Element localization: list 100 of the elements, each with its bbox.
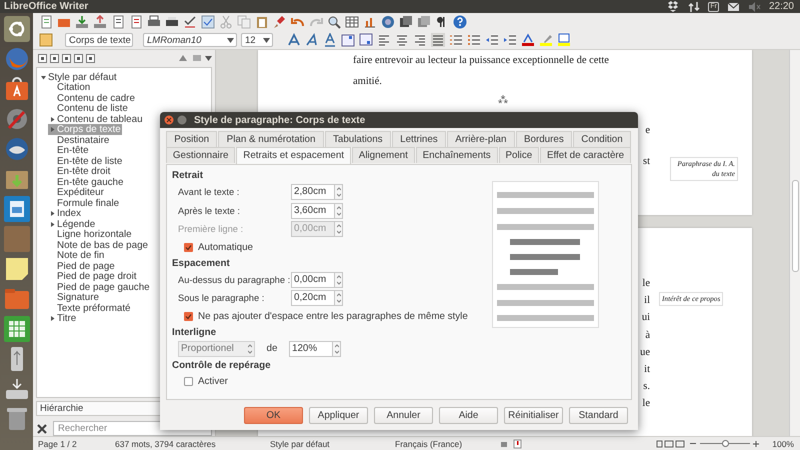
style-list-item[interactable]: Style par défaut [39, 72, 118, 82]
tab[interactable]: Alignement [352, 147, 415, 163]
tab[interactable]: Lettrines [392, 131, 446, 147]
tab[interactable]: Arrière-plan [446, 131, 515, 147]
dialog-button[interactable]: Appliquer [309, 407, 368, 424]
spin-button[interactable] [335, 272, 343, 288]
style-list-item[interactable]: Contenu de cadre [48, 92, 136, 104]
measure-field[interactable]: 3,60cm [291, 202, 335, 219]
letter-a-slant-icon[interactable] [305, 33, 319, 47]
style-list-item[interactable]: Formule finale [48, 198, 120, 208]
font-name-combo[interactable]: LMRoman10 [143, 33, 237, 47]
shopping-bag-icon[interactable] [4, 76, 30, 102]
increase-indent-icon[interactable] [503, 33, 517, 47]
style-list-item[interactable]: En-tête droit [48, 166, 112, 177]
font-size-combo[interactable]: 12 [241, 33, 273, 47]
align-center-icon[interactable] [395, 33, 409, 47]
style-list-item[interactable]: En-tête de liste [48, 156, 124, 166]
page-view-icons[interactable] [656, 438, 686, 448]
spellcheck-icon[interactable] [183, 15, 197, 29]
checkbox[interactable] [184, 312, 193, 320]
tab[interactable]: Condition [573, 131, 631, 147]
background-color-icon[interactable] [557, 33, 571, 47]
dialog-button[interactable]: Annuler [374, 407, 433, 424]
table-grid-icon[interactable] [345, 15, 359, 29]
style-list-item[interactable]: Contenu de tableau [48, 114, 144, 124]
style-list-item[interactable]: Citation [48, 82, 92, 93]
measure-field[interactable]: 2,80cm [291, 184, 335, 200]
line-spacing-dropdown[interactable]: Proportionel [178, 340, 255, 357]
decrease-indent-icon[interactable] [485, 33, 499, 47]
style-list-item[interactable]: Contenu de liste [48, 103, 129, 114]
paragraph-styles-icon[interactable] [38, 54, 47, 63]
navigator-compass-icon[interactable] [381, 15, 395, 29]
letter-a-shadow-icon[interactable] [287, 33, 301, 47]
styles-window-icon[interactable] [39, 33, 53, 47]
checkbox[interactable] [184, 377, 193, 386]
style-list-item[interactable]: Ligne horizontale [48, 229, 133, 240]
paragraph-style-combo[interactable]: Corps de texte [65, 33, 133, 47]
clock[interactable]: 22:20 [768, 1, 794, 12]
letter-a-underline-icon[interactable] [323, 33, 337, 47]
fill-format-icon[interactable] [177, 53, 189, 64]
tab[interactable]: Plan & numérotation [218, 131, 324, 147]
spin-button[interactable] [335, 184, 343, 200]
zoom-in-icon[interactable] [752, 440, 760, 448]
close-icon[interactable] [164, 115, 174, 125]
find-replace-icon[interactable] [327, 15, 341, 29]
spin-button[interactable] [335, 221, 343, 238]
style-list-item[interactable]: Légende [48, 218, 96, 230]
style-list-item[interactable]: Note de fin [48, 250, 106, 261]
superscript-icon[interactable] [341, 33, 355, 47]
measure-field[interactable]: 0,20cm [291, 290, 335, 306]
style-list-item[interactable]: Texte préformaté [48, 302, 132, 314]
align-left-icon[interactable] [377, 33, 391, 47]
bullet-list-icon[interactable] [467, 33, 481, 47]
expander-arrow-icon[interactable] [50, 211, 55, 216]
style-list-item[interactable]: Expéditeur [48, 187, 105, 198]
printer-icon[interactable] [147, 15, 161, 29]
style-list-item[interactable]: Pied de page gauche [48, 282, 151, 292]
align-justify-icon[interactable] [431, 33, 445, 47]
spin-button[interactable] [333, 340, 341, 357]
clear-x-icon[interactable] [36, 422, 48, 434]
tab[interactable]: Retraits et espacement [236, 147, 351, 164]
dialog-button[interactable]: OK [244, 407, 303, 424]
style-list-item[interactable]: Signature [48, 292, 100, 303]
spreadsheet-icon[interactable] [4, 316, 30, 342]
measure-field[interactable]: 120% [289, 340, 333, 357]
style-list-item[interactable]: Index [48, 208, 82, 219]
help-icon[interactable] [453, 15, 467, 29]
chart-icon[interactable] [363, 15, 377, 29]
clipboard-icon[interactable] [255, 15, 269, 29]
minimize-icon[interactable] [177, 115, 187, 125]
tab[interactable]: Effet de caractère [540, 147, 632, 163]
expander-arrow-icon[interactable] [50, 116, 55, 122]
measure-field[interactable]: 0,00cm [291, 272, 335, 288]
align-right-icon[interactable] [413, 33, 427, 47]
gallery-images-icon[interactable] [399, 15, 413, 29]
new-document-icon[interactable] [39, 15, 53, 29]
dialog-button[interactable]: Aide [439, 407, 498, 424]
tab[interactable]: Enchaînements [416, 147, 498, 163]
style-list-item[interactable]: Note de bas de page [48, 240, 149, 250]
spin-button[interactable] [335, 290, 343, 306]
dropbox-icon[interactable] [666, 0, 680, 13]
page-styles-icon[interactable] [74, 54, 83, 63]
style-list-item[interactable]: En-tête [48, 145, 90, 156]
style-list-item[interactable]: Titre [48, 313, 78, 324]
font-color-icon[interactable] [521, 33, 535, 47]
spin-button[interactable] [335, 202, 343, 219]
dialog-button[interactable]: Réinitialiser [504, 407, 563, 424]
edit-pencil-icon[interactable] [111, 15, 125, 29]
undo-arrow-icon[interactable] [291, 15, 305, 29]
expander-arrow-icon[interactable] [50, 222, 55, 227]
subscript-icon[interactable] [359, 33, 373, 47]
numbered-list-icon[interactable] [449, 33, 463, 47]
ubuntu-logo-icon[interactable] [4, 16, 30, 42]
muted-speaker-icon[interactable] [748, 0, 761, 12]
network-arrows-icon[interactable] [688, 0, 700, 12]
style-list-item[interactable]: Destinataire [48, 134, 110, 146]
frame-styles-icon[interactable] [62, 54, 71, 63]
tab[interactable]: Gestionnaire [166, 147, 236, 163]
tab[interactable]: Position [166, 131, 218, 147]
sticky-note-icon[interactable] [4, 256, 30, 282]
